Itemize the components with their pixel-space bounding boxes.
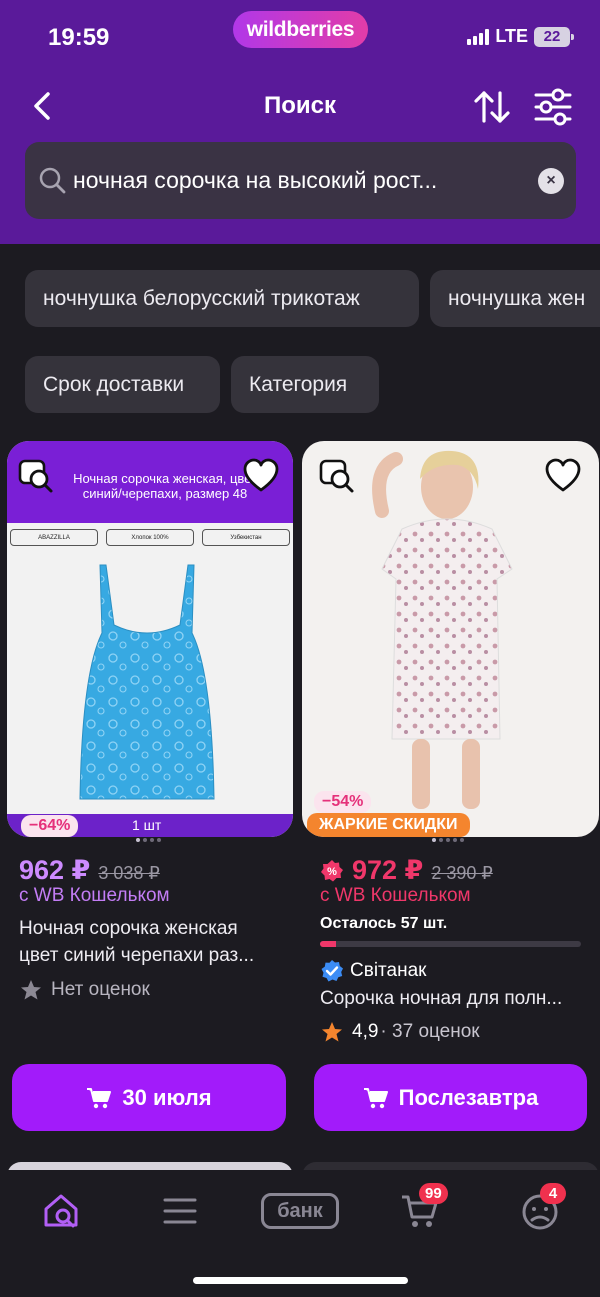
cart-icon [363, 1087, 388, 1108]
nav-catalog[interactable] [145, 1186, 215, 1236]
wallet-label: с WB Кошельком [320, 885, 471, 906]
discount-badge: −64% [21, 815, 79, 837]
old-price: 3 038 ₽ [98, 863, 160, 883]
rating-row: 4,9 · 37 оценок [320, 1020, 480, 1044]
image-pager-dots [432, 838, 464, 842]
add-to-cart-button[interactable]: Послезавтра [314, 1064, 587, 1131]
profile-notification-badge: 4 [540, 1183, 566, 1204]
battery-icon: 22 [534, 26, 574, 47]
delivery-time-filter[interactable]: Срок доставки [25, 356, 220, 413]
add-to-cart-button[interactable]: 30 июля [12, 1064, 286, 1131]
search-input[interactable]: ночная сорочка на высокий рост... [73, 142, 523, 219]
favorite-heart-icon[interactable] [242, 457, 280, 495]
signal-icon [467, 28, 490, 45]
filter-sliders-icon [534, 88, 572, 126]
rating-row: Нет оценок [19, 978, 150, 1002]
cart-count-badge: 99 [419, 1183, 448, 1204]
similar-search-icon[interactable] [17, 457, 55, 495]
verified-badge-icon [321, 960, 343, 982]
product-title[interactable]: Ночная сорочка женская [19, 918, 279, 940]
brand-row[interactable]: Світанак [320, 959, 426, 983]
price: 972 ₽ [352, 855, 424, 885]
status-time: 19:59 [48, 24, 110, 51]
star-filled-icon [322, 1022, 342, 1042]
blue-dress-photo [79, 564, 215, 800]
delivery-date: Послезавтра [398, 1084, 539, 1110]
suggestion-chip[interactable]: ночнушка жен [430, 270, 600, 327]
sort-arrows-icon [474, 91, 510, 123]
similar-search-icon[interactable] [318, 457, 356, 495]
image-pager-dots [136, 838, 161, 842]
old-price: 2 390 ₽ [431, 863, 493, 883]
product-title[interactable]: цвет синий черепахи раз... [19, 945, 279, 967]
brand-name: Світанак [350, 960, 427, 981]
price-row: % 972 ₽ 2 390 ₽ [320, 855, 493, 886]
home-indicator [193, 1277, 408, 1284]
stock-bar-fill [320, 941, 336, 947]
product-image[interactable]: −54% ЖАРКИЕ СКИДКИ [302, 441, 599, 837]
nav-home-search[interactable] [26, 1186, 96, 1236]
clear-search-icon[interactable]: × [538, 168, 564, 194]
sort-button[interactable] [472, 88, 512, 126]
delivery-date: 30 июля [122, 1084, 212, 1110]
catalog-icon [163, 1198, 197, 1224]
product-image[interactable]: Ночная сорочка женская, цвет синий/череп… [7, 441, 293, 837]
image-tags: ABAZZILLA Хлопок 100% Узбекистан [10, 529, 290, 546]
stock-bar [320, 941, 581, 947]
bank-icon: банк [261, 1193, 339, 1229]
filter-button[interactable] [532, 88, 574, 126]
discount-badge: −54% [314, 791, 372, 813]
price-row: 962 ₽ 3 038 ₽ [19, 855, 160, 886]
status-indicators: LTE 22 [467, 26, 574, 47]
rating-value: 4,9 [352, 1021, 379, 1042]
home-search-icon [44, 1194, 78, 1228]
star-empty-icon [21, 980, 41, 1000]
product-title[interactable]: Сорочка ночная для полн... [320, 988, 582, 1010]
svg-text:%: % [327, 866, 337, 878]
suggestion-chip[interactable]: ночнушка белорусский трикотаж [25, 270, 419, 327]
price: 962 ₽ [19, 855, 91, 885]
search-icon [39, 167, 66, 194]
category-filter[interactable]: Категория [231, 356, 379, 413]
promo-badge: ЖАРКИЕ СКИДКИ [307, 813, 470, 837]
app-header: 19:59 wildberries LTE 22 Поиск ночная со… [0, 0, 600, 244]
search-bar[interactable]: ночная сорочка на высокий рост... × [25, 142, 576, 219]
nav-bank[interactable]: банк [259, 1186, 341, 1236]
wallet-label: с WB Кошельком [19, 885, 170, 906]
network-type: LTE [495, 26, 528, 46]
rating-text: Нет оценок [51, 979, 150, 1000]
favorite-heart-icon[interactable] [544, 457, 582, 495]
wildberries-logo: wildberries [233, 11, 368, 48]
discount-percent-icon: % [321, 859, 343, 881]
cart-icon [87, 1087, 112, 1108]
review-count: · 37 оценок [380, 1021, 480, 1042]
model-nightgown-photo [372, 450, 513, 809]
stock-label: Осталось 57 шт. [320, 915, 448, 932]
